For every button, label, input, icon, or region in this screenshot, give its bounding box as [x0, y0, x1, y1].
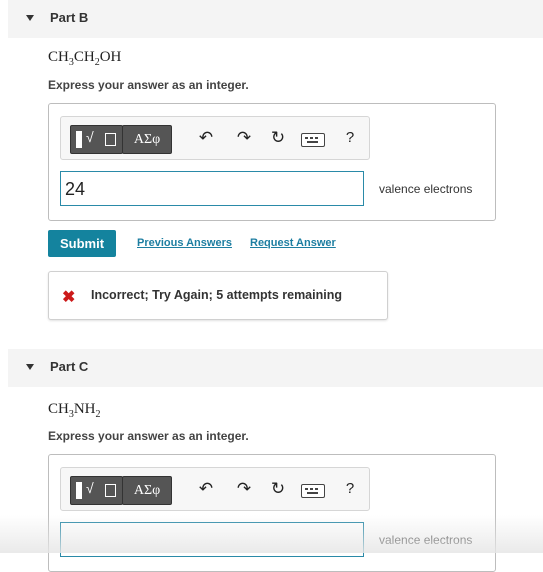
incorrect-x-icon: ✖ [62, 289, 76, 306]
answer-input[interactable] [60, 522, 364, 557]
feedback-box: ✖ Incorrect; Try Again; 5 attempts remai… [48, 271, 388, 320]
keyboard-icon[interactable] [301, 133, 325, 147]
part-b-instruction: Express your answer as an integer. [48, 78, 249, 92]
keyboard-icon[interactable] [301, 484, 325, 498]
reset-icon[interactable]: ↻ [269, 478, 287, 500]
part-c-formula: CH3NH2 [48, 401, 101, 420]
undo-icon[interactable]: ↶ [197, 127, 215, 149]
redo-icon[interactable]: ↷ [235, 478, 253, 500]
submit-button[interactable]: Submit [48, 230, 116, 257]
collapse-triangle-icon[interactable] [26, 15, 34, 21]
collapse-triangle-icon[interactable] [26, 364, 34, 370]
previous-answers-link[interactable]: Previous Answers [137, 237, 232, 249]
part-c-header[interactable]: Part C [8, 349, 543, 387]
part-b-title: Part B [50, 10, 89, 25]
part-c-title: Part C [50, 359, 89, 374]
feedback-message: Incorrect; Try Again; 5 attempts remaini… [91, 288, 342, 302]
unit-label: valence electrons [379, 182, 473, 196]
help-icon[interactable]: ? [341, 478, 359, 500]
undo-icon[interactable]: ↶ [197, 478, 215, 500]
reset-icon[interactable]: ↻ [269, 127, 287, 149]
math-toolbar: √ ΑΣφ ↶ ↷ ↻ ? [60, 467, 370, 511]
part-b-header[interactable]: Part B [8, 0, 543, 38]
greek-symbols-button[interactable]: ΑΣφ [122, 476, 172, 505]
request-answer-link[interactable]: Request Answer [250, 237, 336, 249]
part-c-instruction: Express your answer as an integer. [48, 429, 249, 443]
part-b-answer-box: √ ΑΣφ ↶ ↷ ↻ ? 24 valence electrons [48, 103, 496, 221]
unit-label: valence electrons [379, 533, 473, 547]
answer-input[interactable]: 24 [60, 171, 364, 206]
math-templates-button[interactable]: √ [70, 125, 123, 154]
help-icon[interactable]: ? [341, 127, 359, 149]
part-c-answer-box: √ ΑΣφ ↶ ↷ ↻ ? valence electrons [48, 454, 496, 572]
math-toolbar: √ ΑΣφ ↶ ↷ ↻ ? [60, 116, 370, 160]
greek-symbols-button[interactable]: ΑΣφ [122, 125, 172, 154]
math-templates-button[interactable]: √ [70, 476, 123, 505]
part-b-formula: CH3CH2OH [48, 49, 122, 68]
redo-icon[interactable]: ↷ [235, 127, 253, 149]
